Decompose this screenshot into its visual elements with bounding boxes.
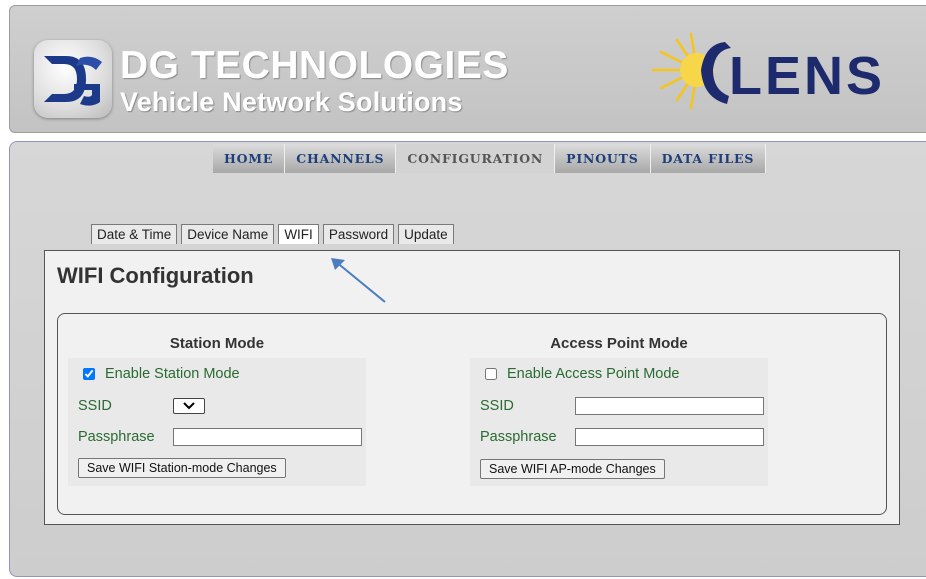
ap-passphrase-label: Passphrase [480, 429, 557, 445]
tab-password[interactable]: Password [322, 224, 395, 244]
save-station-button[interactable]: Save WIFI Station-mode Changes [78, 458, 286, 478]
chevron-down-icon [183, 402, 195, 410]
station-ssid-label: SSID [78, 398, 112, 414]
nav-data-files[interactable]: DATA FILES [650, 144, 767, 173]
lens-wordmark: LENS [729, 46, 886, 106]
page-title: WIFI Configuration [57, 263, 254, 288]
top-nav: HOME CHANNELS CONFIGURATION PINOUTS DATA… [213, 144, 767, 173]
access-point-fields: Enable Access Point Mode SSID Passphrase… [470, 358, 768, 486]
company-name: DG TECHNOLOGIES [120, 44, 509, 87]
clens-logo: LENS [647, 32, 882, 127]
enable-station-label: Enable Station Mode [105, 366, 240, 382]
nav-configuration[interactable]: CONFIGURATION [396, 144, 556, 173]
header-banner: DG TECHNOLOGIES Vehicle Network Solution… [9, 5, 926, 133]
enable-access-point-checkbox[interactable] [485, 368, 497, 380]
arrow-up-left-icon [331, 258, 386, 303]
wifi-config-panel: WIFI Configuration Station Mode Enable S… [44, 250, 900, 525]
station-mode-section: Station Mode Enable Station Mode SSID Pa… [68, 314, 366, 514]
enable-access-point-label: Enable Access Point Mode [507, 366, 680, 382]
station-passphrase-input[interactable] [173, 428, 362, 446]
config-subtabs: Date & Time Device Name WIFI Password Up… [91, 224, 458, 244]
access-point-heading: Access Point Mode [550, 335, 688, 352]
tab-update[interactable]: Update [398, 224, 454, 244]
main-content: HOME CHANNELS CONFIGURATION PINOUTS DATA… [9, 141, 926, 577]
dg-technologies-logo [34, 40, 112, 118]
nav-home[interactable]: HOME [213, 144, 286, 173]
nav-channels[interactable]: CHANNELS [285, 144, 397, 173]
brand-text: DG TECHNOLOGIES Vehicle Network Solution… [120, 46, 509, 118]
station-mode-heading: Station Mode [169, 335, 265, 352]
station-mode-fields: Enable Station Mode SSID Passphrase Save… [68, 358, 366, 486]
access-point-section: Access Point Mode Enable Access Point Mo… [470, 314, 768, 514]
tab-device-name[interactable]: Device Name [181, 224, 275, 244]
tab-wifi[interactable]: WIFI [278, 224, 319, 244]
nav-pinouts[interactable]: PINOUTS [555, 144, 651, 173]
company-tagline: Vehicle Network Solutions [120, 87, 463, 117]
ap-passphrase-input[interactable] [575, 428, 764, 446]
wifi-settings-box: Station Mode Enable Station Mode SSID Pa… [57, 313, 887, 515]
enable-station-checkbox[interactable] [83, 368, 95, 380]
station-passphrase-label: Passphrase [78, 429, 155, 445]
tab-date-time[interactable]: Date & Time [91, 224, 178, 244]
ap-ssid-input[interactable] [575, 397, 764, 415]
ap-ssid-label: SSID [480, 398, 514, 414]
save-ap-button[interactable]: Save WIFI AP-mode Changes [480, 459, 665, 479]
station-ssid-select[interactable] [173, 398, 205, 414]
